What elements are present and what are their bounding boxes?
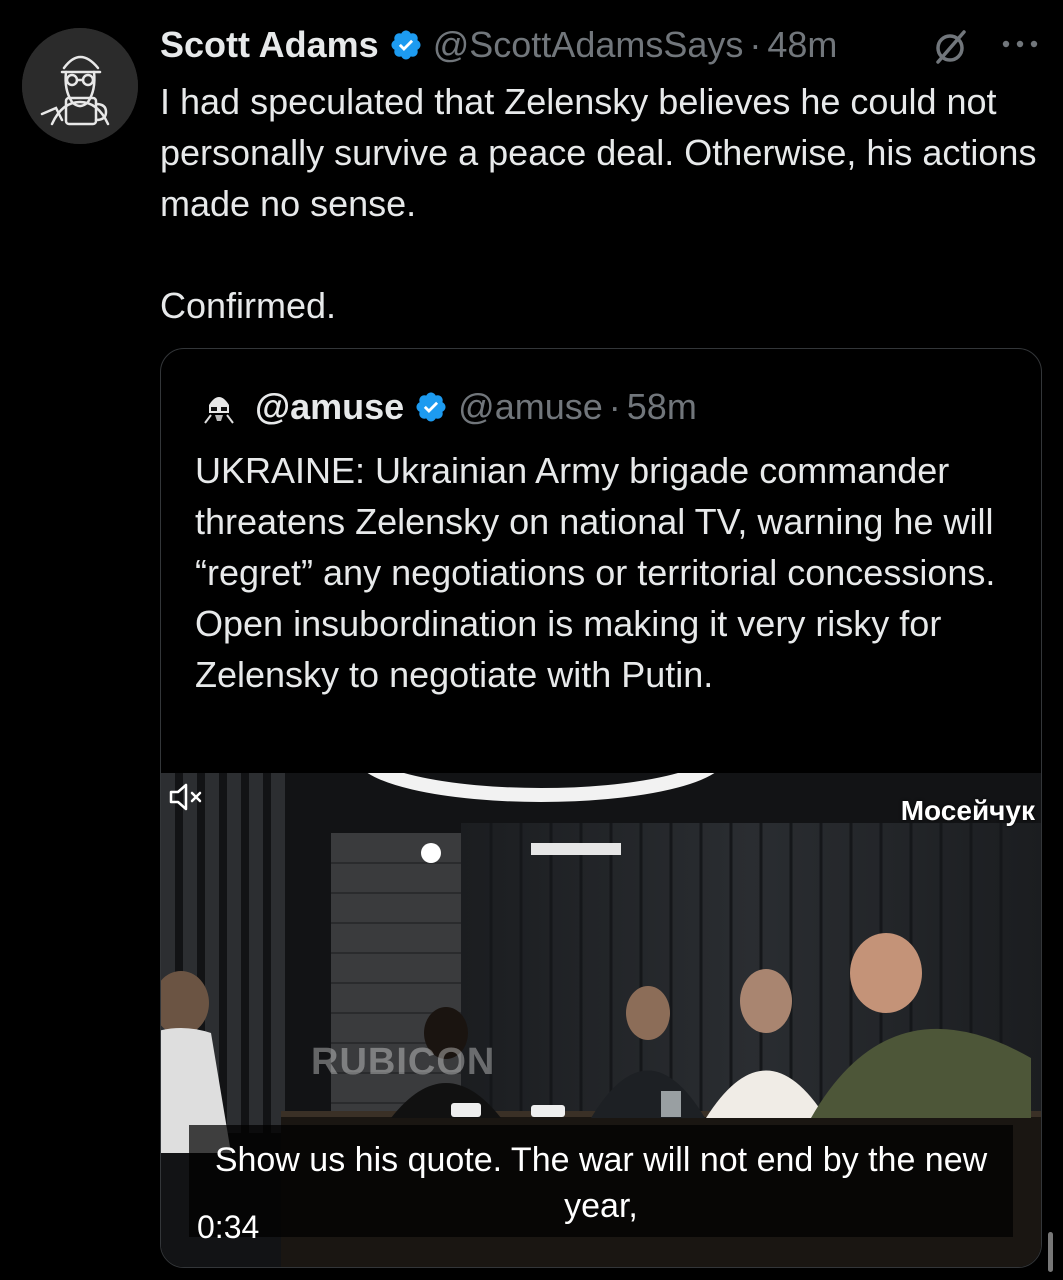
quoted-tweet-header: @amuse @amuse · 58m xyxy=(197,385,697,429)
quoted-separator: · xyxy=(608,386,621,427)
video-watermark: RUBICON xyxy=(311,1041,496,1083)
more-icon[interactable] xyxy=(998,34,1042,54)
quoted-author-handle[interactable]: @amuse xyxy=(458,386,603,428)
separator: · xyxy=(749,24,762,65)
tweet-text: I had speculated that Zelensky believes … xyxy=(160,81,1037,326)
quoted-tweet-text: UKRAINE: Ukrainian Army brigade commande… xyxy=(195,450,996,695)
tweet-header: Scott Adams @ScottAdamsSays · 48m xyxy=(160,22,837,68)
quoted-timestamp[interactable]: 58m xyxy=(627,386,697,428)
channel-label: Мосейчук xyxy=(900,795,1035,826)
quoted-tweet[interactable]: @amuse @amuse · 58m UKRAINE: Ukrainian A… xyxy=(160,348,1042,1268)
avatar[interactable] xyxy=(22,28,138,144)
video-duration: 0:34 xyxy=(197,1209,260,1245)
grok-icon[interactable] xyxy=(930,26,970,66)
volume-muted-icon[interactable] xyxy=(161,773,209,821)
timestamp[interactable]: 48m xyxy=(767,24,837,66)
author-name[interactable]: Scott Adams xyxy=(160,24,379,66)
author-handle[interactable]: @ScottAdamsSays xyxy=(433,24,744,66)
scrollbar[interactable] xyxy=(1048,1232,1053,1272)
quoted-verified-badge-icon xyxy=(416,392,446,422)
video-caption: Show us his quote. The war will not end … xyxy=(214,1141,988,1225)
quoted-avatar[interactable] xyxy=(197,385,241,429)
quoted-author-name[interactable]: @amuse xyxy=(255,386,404,428)
video-player[interactable]: Мосейчук RUBICON Show us his quote. The … xyxy=(161,773,1041,1267)
verified-badge-icon xyxy=(391,30,421,60)
